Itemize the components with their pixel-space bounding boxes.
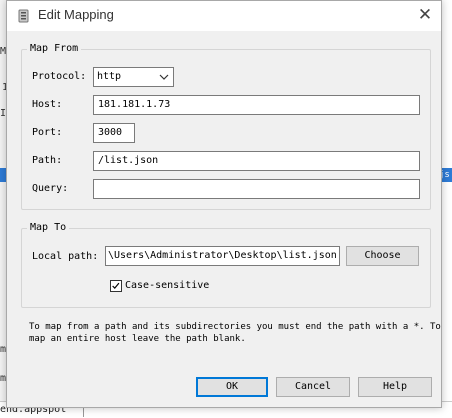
close-icon: ✕ [417, 5, 433, 25]
dialog-title: Edit Mapping [38, 7, 114, 22]
query-input[interactable] [93, 179, 420, 199]
case-sensitive-checkbox[interactable] [110, 280, 122, 292]
map-to-group: Map To Local path: \Users\Administrator\… [21, 222, 431, 308]
checkmark-icon [112, 282, 120, 289]
local-path-label: Local path: [32, 251, 99, 262]
protocol-select[interactable]: http [93, 67, 174, 87]
query-label: Query: [32, 183, 69, 194]
map-to-legend: Map To [27, 222, 70, 233]
edit-mapping-dialog: Edit Mapping ✕ Map From Protocol: http H… [6, 0, 442, 408]
close-button[interactable]: ✕ [409, 1, 441, 31]
host-label: Host: [32, 99, 63, 110]
choose-button[interactable]: Choose [346, 246, 419, 266]
ok-button[interactable]: OK [196, 377, 268, 397]
port-label: Port: [32, 127, 63, 138]
local-path-input[interactable]: \Users\Administrator\Desktop\list.json [105, 246, 340, 266]
port-input[interactable]: 3000 [93, 123, 135, 143]
hint-text-line1: To map from a path and its subdirectorie… [29, 322, 441, 332]
hint-text-line2: map an entire host leave the path blank. [29, 334, 246, 344]
host-input[interactable]: 181.181.1.73 [93, 95, 420, 115]
protocol-value: http [97, 71, 122, 82]
app-icon [18, 9, 29, 23]
map-from-group: Map From Protocol: http Host: 181.181.1.… [21, 43, 431, 210]
title-bar[interactable]: Edit Mapping ✕ [7, 1, 441, 31]
path-input[interactable]: /list.json [93, 151, 420, 171]
protocol-label: Protocol: [32, 71, 87, 82]
case-sensitive-label[interactable]: Case-sensitive [125, 280, 209, 291]
help-button[interactable]: Help [358, 377, 432, 397]
chevron-down-icon [159, 74, 169, 80]
path-label: Path: [32, 155, 63, 166]
cancel-button[interactable]: Cancel [276, 377, 350, 397]
map-from-legend: Map From [27, 43, 82, 54]
